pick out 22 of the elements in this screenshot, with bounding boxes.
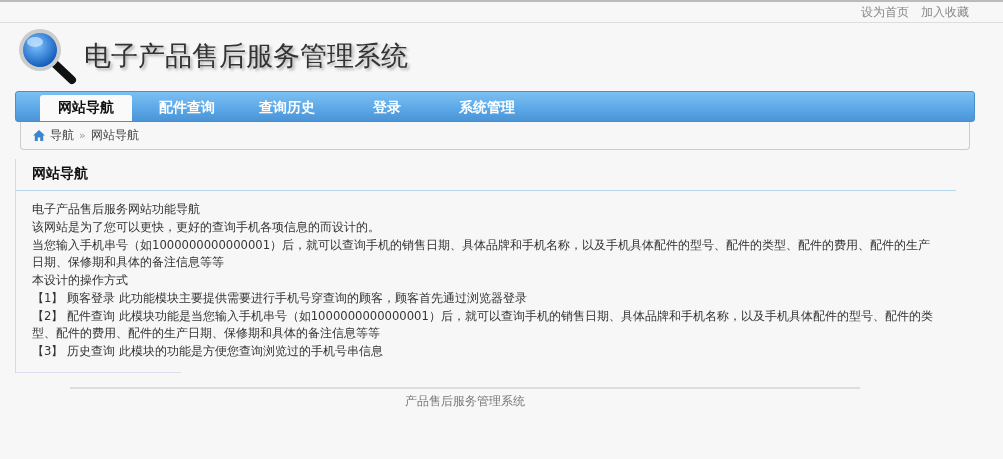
site-title: 电子产品售后服务管理系统 — [84, 39, 408, 73]
top-link[interactable]: 设为首页 — [861, 3, 909, 21]
nav-tab[interactable]: 查询历史 — [242, 95, 332, 121]
paragraph: 【1】 顾客登录 此功能模块主要提供需要进行手机号穿查询的顾客，顾客首先通过浏览器登录 — [32, 290, 528, 307]
top-link[interactable]: 加入收藏 — [921, 3, 969, 21]
paragraph: 【2】 配件查询 此模块功能是当您输入手机串号（如1000000000000001）后，就可以查询手机的销售日期、具体品牌和手机名称，以及手机具体配件的型号、配件的类型、配件的费用、配件的生产日期、保修期和具体的备注信息等等 — [32, 308, 934, 342]
home-icon — [33, 130, 45, 141]
nav-tab[interactable]: 网站导航 — [40, 95, 132, 121]
breadcrumb-item[interactable]: 导航 — [50, 127, 74, 144]
panel-title: 网站导航 — [32, 165, 89, 183]
nav-tab[interactable]: 登录 — [342, 95, 432, 121]
footer-text: 产品售后服务管理系统 — [405, 393, 525, 410]
breadcrumb-separator: » — [79, 129, 86, 142]
paragraph: 该网站是为了您可以更快，更好的查询手机各项信息的而设计的。 — [32, 219, 381, 236]
paragraph: 【3】 历史查询 此模块的功能是方便您查询浏览过的手机号串信息 — [32, 343, 384, 360]
nav-tab[interactable]: 配件查询 — [142, 95, 232, 121]
magnifier-icon — [16, 27, 78, 85]
nav-tab[interactable]: 系统管理 — [442, 95, 532, 121]
paragraph: 电子产品售后服务网站功能导航 — [32, 201, 201, 218]
paragraph: 本设计的操作方式 — [32, 272, 129, 289]
paragraph: 当您输入手机串号（如1000000000000001）后，就可以查询手机的销售日期、具体品牌和手机名称，以及手机具体配件的型号、配件的类型、配件的费用、配件的生产日期、保修期和具体的备注信息等等 — [32, 237, 932, 271]
breadcrumb-item: 网站导航 — [90, 127, 139, 144]
